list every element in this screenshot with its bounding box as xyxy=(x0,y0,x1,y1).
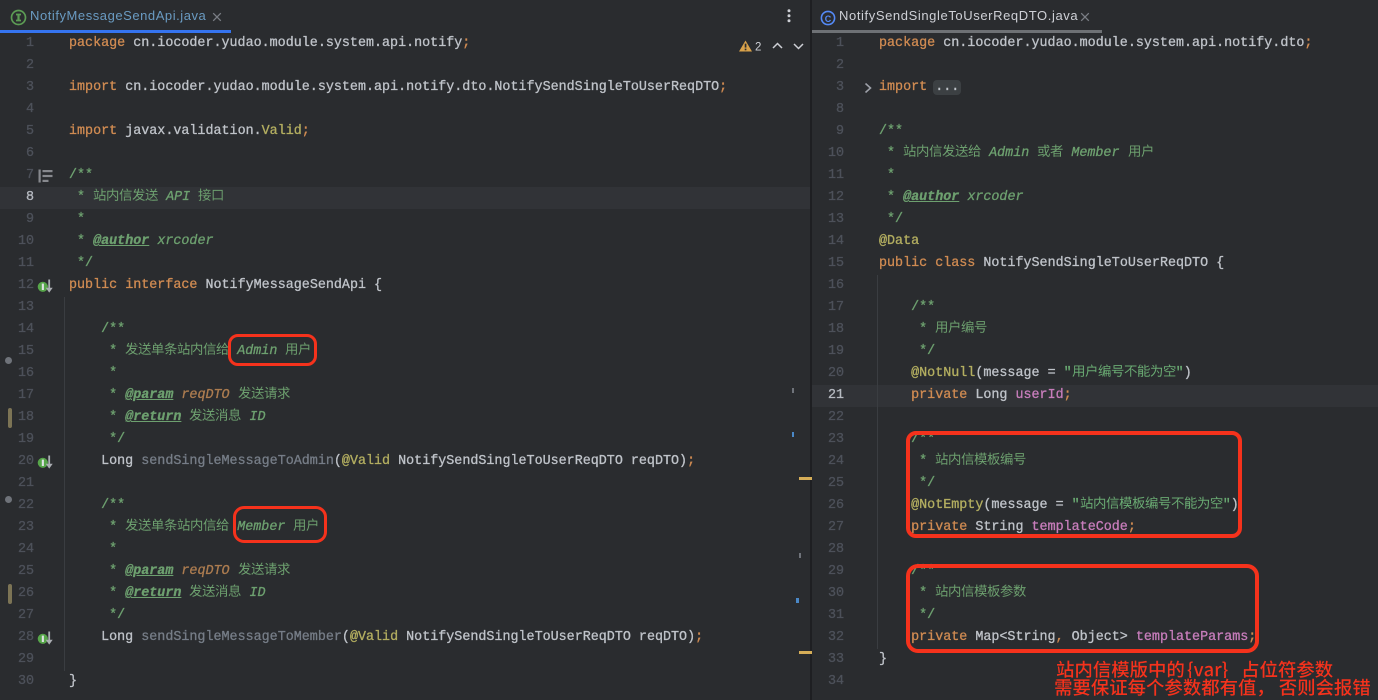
svg-text:2: 2 xyxy=(755,42,761,53)
svg-text:C: C xyxy=(825,14,832,24)
